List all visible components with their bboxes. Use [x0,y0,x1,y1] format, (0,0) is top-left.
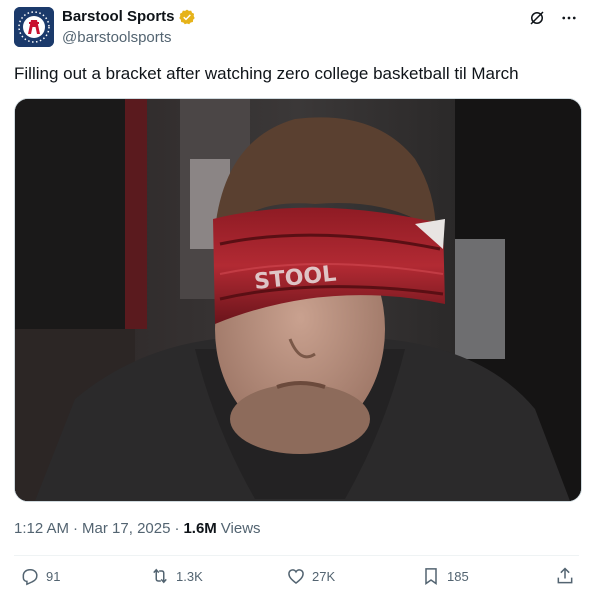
tweet-media[interactable]: STOOL [14,98,582,502]
barstool-logo-icon [14,7,54,47]
bookmark-icon [425,568,437,585]
man-with-blindfold-photo: STOOL [15,99,581,501]
meta-separator-2: · [174,520,180,537]
tweet-meta: 1:12 AM · Mar 17, 2025 · 1.6M Views [14,520,261,537]
share-button[interactable] [555,566,575,586]
tweet-text: Filling out a bracket after watching zer… [14,64,519,83]
reply-button[interactable]: 91 [20,566,60,586]
views-label: Views [220,520,261,537]
share-icon [557,567,573,584]
tweet-time[interactable]: 1:12 AM [14,520,69,537]
like-icon [288,569,304,585]
author-name-row: Barstool Sports [62,8,195,25]
repost-count: 1.3K [176,568,203,584]
tweet-card: Barstool Sports @barstoolsports Filling … [0,0,589,597]
reply-icon [22,569,38,586]
tweet-date[interactable]: Mar 17, 2025 [82,520,170,537]
like-button[interactable]: 27K [286,566,335,586]
like-count: 27K [312,568,336,584]
verified-badge-icon[interactable] [178,9,195,25]
top-actions [527,8,579,28]
repost-button[interactable]: 1.3K [150,566,203,586]
avatar[interactable] [14,7,54,47]
bookmark-button[interactable]: 185 [421,566,469,586]
action-bar: 91 1.3K 27K 185 [0,566,589,592]
grok-icon[interactable] [527,8,547,28]
more-icon[interactable] [559,8,579,28]
views-count: 1.6M [183,520,217,537]
repost-icon [153,568,167,584]
author-name[interactable]: Barstool Sports [62,8,175,25]
reply-count: 91 [46,568,61,584]
divider [14,555,579,556]
bookmark-count: 185 [447,568,469,584]
meta-separator: · [73,520,79,537]
author-handle[interactable]: @barstoolsports [62,29,171,46]
